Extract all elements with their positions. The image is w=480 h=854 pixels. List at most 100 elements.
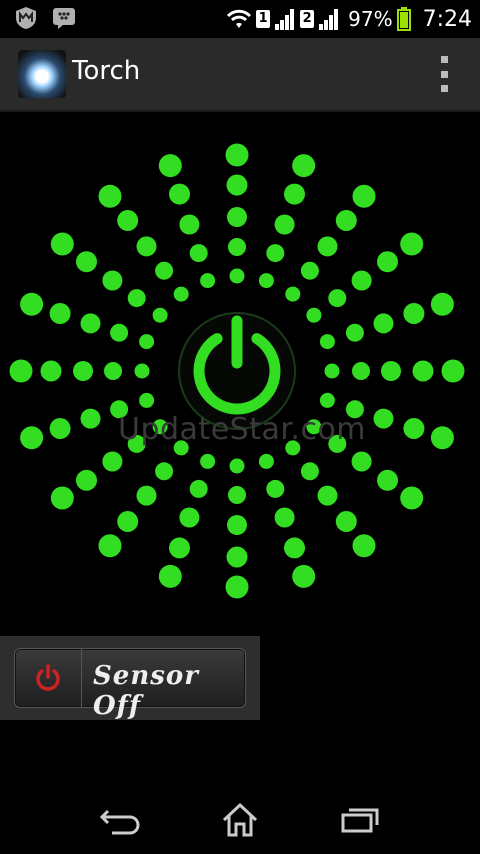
burst-dot <box>292 564 316 588</box>
burst-dot <box>110 323 129 342</box>
battery-percent: 97% <box>348 7 393 31</box>
burst-dot <box>102 270 123 291</box>
burst-dot <box>335 511 357 532</box>
burst-dot <box>352 184 376 208</box>
sensor-toggle-button[interactable]: Sensor Off <box>14 648 246 721</box>
burst-dot <box>98 184 122 208</box>
burst-dot <box>351 270 372 291</box>
watermark: UpdateStar.com <box>118 412 367 447</box>
sensor-power-icon <box>15 649 82 707</box>
status-left-icons <box>14 6 76 30</box>
burst-dot <box>300 261 319 280</box>
burst-dot <box>317 485 338 506</box>
burst-dot <box>136 485 157 506</box>
status-right-icons: 1 2 97% 7:24 <box>226 4 472 34</box>
burst-dot <box>102 451 123 472</box>
sim2-badge: 2 <box>300 10 315 28</box>
battery-icon <box>396 7 411 31</box>
burst-dot <box>226 546 248 568</box>
burst-dot <box>335 210 357 231</box>
home-icon[interactable] <box>216 800 264 840</box>
action-bar: Torch <box>0 38 480 112</box>
clock: 7:24 <box>422 6 472 32</box>
burst-dot <box>345 323 364 342</box>
burst-dot <box>127 289 146 308</box>
burst-dot <box>400 486 424 510</box>
burst-dot <box>284 537 305 559</box>
burst-dot <box>266 244 285 263</box>
navigation-bar <box>0 790 480 854</box>
burst-dot <box>377 251 398 273</box>
burst-dot <box>292 154 316 178</box>
burst-dot <box>229 268 245 284</box>
burst-dot <box>225 575 249 599</box>
burst-dot <box>319 392 335 408</box>
burst-dot <box>179 507 200 528</box>
burst-dot <box>352 534 376 558</box>
burst-dot <box>189 244 208 263</box>
burst-dot <box>403 303 425 324</box>
burst-dot <box>158 154 182 178</box>
burst-dot <box>258 273 274 289</box>
burst-dot <box>20 426 44 450</box>
burst-dot <box>80 408 101 429</box>
burst-dot <box>169 537 190 559</box>
burst-dot <box>352 362 370 380</box>
burst-dot <box>179 214 200 235</box>
burst-dot <box>351 451 372 472</box>
burst-dot <box>229 458 245 474</box>
burst-dot <box>134 363 150 379</box>
burst-dot <box>377 469 398 491</box>
recent-apps-icon[interactable] <box>336 800 384 840</box>
burst-dot <box>227 207 247 227</box>
burst-dot <box>104 362 122 380</box>
app-title: Torch <box>72 56 141 86</box>
burst-dot <box>373 313 394 334</box>
torch-app-icon[interactable] <box>18 50 66 98</box>
burst-dot <box>73 361 93 381</box>
torch-burst-display <box>9 143 465 599</box>
burst-dot <box>169 183 190 205</box>
burst-dot <box>49 418 71 439</box>
burst-dot <box>158 564 182 588</box>
burst-dot <box>40 360 62 382</box>
burst-dot <box>258 453 274 469</box>
sensor-panel: Sensor Off <box>0 636 260 721</box>
burst-dot <box>228 486 246 504</box>
burst-dot <box>430 292 454 316</box>
burst-dot <box>328 289 347 308</box>
burst-dot <box>324 363 340 379</box>
overflow-menu-icon[interactable] <box>440 56 448 92</box>
burst-dot <box>173 286 189 302</box>
burst-dot <box>228 238 246 256</box>
burst-dot <box>266 479 285 498</box>
burst-dot <box>226 174 248 196</box>
burst-dot <box>412 360 434 382</box>
burst-dot <box>49 303 71 324</box>
burst-dot <box>117 210 139 231</box>
bbm-icon <box>53 8 75 29</box>
burst-dot <box>285 286 301 302</box>
burst-dot <box>155 261 174 280</box>
burst-dot <box>139 334 155 350</box>
burst-dot <box>373 408 394 429</box>
burst-dot <box>381 361 401 381</box>
signal-icon <box>319 9 339 30</box>
burst-dot <box>9 359 33 383</box>
burst-dot <box>300 462 319 481</box>
burst-dot <box>400 232 424 256</box>
burst-dot <box>50 232 74 256</box>
status-bar: 1 2 97% 7:24 <box>0 0 480 38</box>
mcafee-icon <box>16 7 36 29</box>
burst-dot <box>136 236 157 257</box>
burst-dot <box>139 392 155 408</box>
burst-dot <box>319 334 335 350</box>
burst-dot <box>20 292 44 316</box>
sim1-badge: 1 <box>256 10 271 28</box>
burst-dot <box>284 183 305 205</box>
burst-dot <box>403 418 425 439</box>
burst-dot <box>117 511 139 532</box>
burst-dot <box>80 313 101 334</box>
back-icon[interactable] <box>96 800 144 840</box>
burst-dot <box>152 307 168 323</box>
